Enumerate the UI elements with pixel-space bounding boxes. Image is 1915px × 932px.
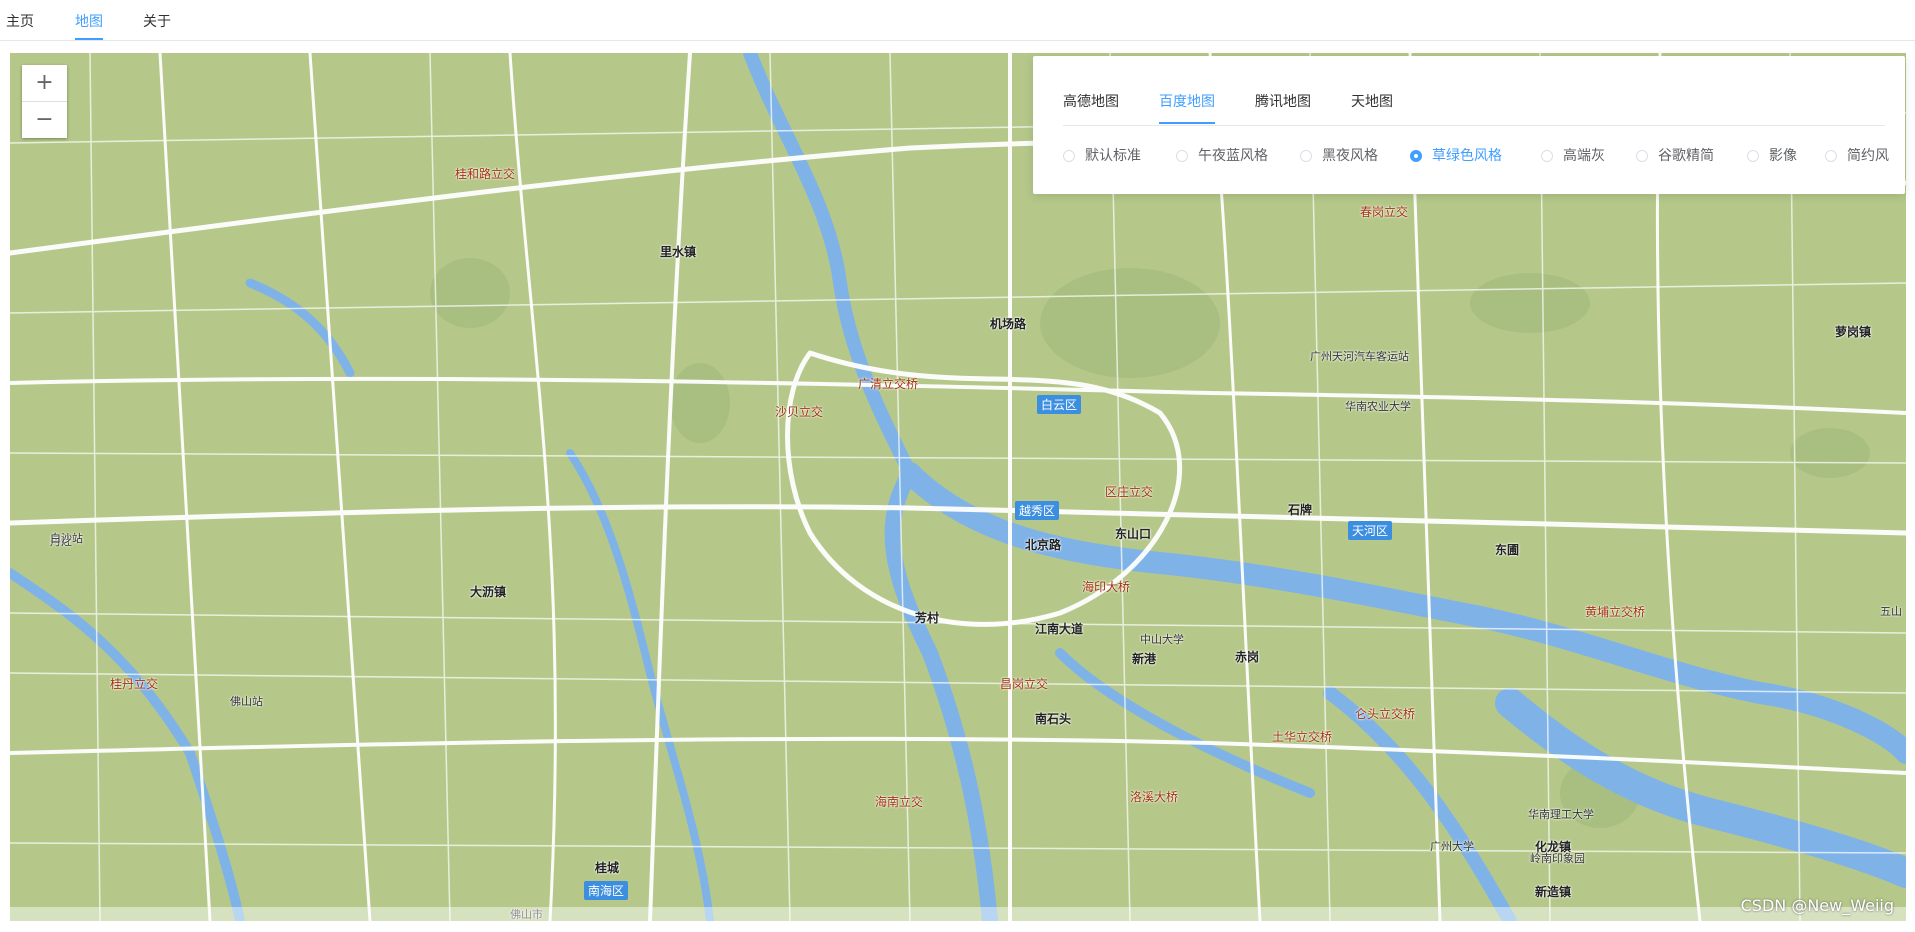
style-label: 高端灰 [1563, 148, 1605, 164]
district-badge: 越秀区 [1015, 501, 1060, 520]
place-label: 区庄立交 [1105, 485, 1154, 499]
place-label: 佛山站 [230, 695, 263, 708]
radio-circle [1063, 150, 1075, 162]
place-label: 五山 [1880, 605, 1902, 618]
style-radio-google-lite[interactable]: 谷歌精简 [1636, 145, 1714, 165]
place-label: 桂和路立交 [455, 167, 516, 181]
place-label: 芳村 [915, 611, 940, 625]
tab-amap[interactable]: 高德地图 [1063, 91, 1119, 111]
district-badge: 白云区 [1037, 395, 1082, 414]
place-label: 沙贝立交 [775, 405, 824, 419]
place-label: 萝岗镇 [1835, 325, 1872, 339]
place-label: 广清立交桥 [858, 377, 919, 391]
style-radio-high-end-gray[interactable]: 高端灰 [1541, 145, 1605, 165]
place-label: 华南理工大学 [1528, 808, 1594, 821]
radio-circle [1747, 150, 1759, 162]
style-radio-midnight-blue[interactable]: 午夜蓝风格 [1176, 145, 1268, 165]
place-label: 江南大道 [1035, 622, 1084, 636]
place-label: 广州大学 [1430, 840, 1474, 853]
style-radio-default[interactable]: 默认标准 [1063, 145, 1141, 165]
place-label: 大沥镇 [470, 585, 507, 599]
style-label: 简约风 [1847, 148, 1889, 164]
place-label: 里水镇 [660, 245, 697, 259]
tab-tianditu[interactable]: 天地图 [1351, 91, 1393, 111]
style-radio-simple[interactable]: 简约风 [1825, 145, 1889, 165]
style-radio-satellite[interactable]: 影像 [1747, 145, 1797, 165]
style-label: 午夜蓝风格 [1198, 148, 1268, 164]
district-badge: 天河区 [1348, 521, 1393, 540]
place-label: 昌岗立交 [1000, 677, 1049, 691]
place-label: 白沙站 [50, 532, 83, 545]
zoom-in-button[interactable]: + [22, 65, 67, 101]
place-label: 新港 [1132, 652, 1157, 666]
zoom-out-button[interactable]: − [22, 101, 67, 138]
style-label: 草绿色风格 [1432, 148, 1502, 164]
tab-home[interactable]: 主页 [6, 11, 34, 31]
place-label: 岭南印象园 [1530, 852, 1585, 865]
style-label: 谷歌精简 [1658, 148, 1714, 164]
place-label: 春岗立交 [1360, 205, 1409, 219]
place-label: 机场路 [990, 317, 1027, 331]
place-label: 新造镇 [1535, 885, 1572, 899]
place-label: 北京路 [1025, 538, 1062, 552]
place-label: 黄埔立交桥 [1585, 605, 1646, 619]
radio-circle [1410, 150, 1422, 162]
place-label: 东山口 [1115, 527, 1152, 541]
tab-about[interactable]: 关于 [143, 11, 171, 31]
tab-tencent-map[interactable]: 腾讯地图 [1255, 91, 1311, 111]
place-label: 中山大学 [1140, 633, 1184, 646]
style-radio-dark[interactable]: 黑夜风格 [1300, 145, 1378, 165]
radio-circle [1636, 150, 1648, 162]
radio-circle [1176, 150, 1188, 162]
map-footer-bar [10, 907, 1906, 921]
place-label: 石牌 [1288, 503, 1313, 517]
place-label: 海南立交 [875, 795, 924, 809]
map-settings-panel: 高德地图 百度地图 腾讯地图 天地图 默认标准 午夜蓝风格 黑夜风格 草绿色风格… [1033, 56, 1905, 194]
district-badge: 南海区 [584, 881, 629, 900]
place-label: 华南农业大学 [1345, 400, 1411, 413]
place-label: 桂丹立交 [110, 677, 159, 691]
place-label: 海印大桥 [1082, 580, 1131, 594]
zoom-control: + − [22, 65, 67, 138]
place-label: 土华立交桥 [1272, 730, 1333, 744]
radio-circle [1825, 150, 1837, 162]
tab-map[interactable]: 地图 [75, 11, 103, 40]
place-label: 桂城 [595, 861, 620, 875]
top-nav: 主页 地图 关于 [0, 0, 1915, 41]
style-label: 黑夜风格 [1322, 148, 1378, 164]
style-radio-grass-green[interactable]: 草绿色风格 [1410, 145, 1502, 165]
place-label: 仑头立交桥 [1355, 707, 1416, 721]
tab-baidu-map[interactable]: 百度地图 [1159, 91, 1215, 124]
place-label: 南石头 [1035, 712, 1072, 726]
place-label: 广州天河汽车客运站 [1310, 350, 1409, 363]
radio-circle [1300, 150, 1312, 162]
place-label: 东圃 [1495, 543, 1520, 557]
place-label: 洛溪大桥 [1130, 790, 1179, 804]
place-label: 赤岗 [1235, 650, 1260, 664]
style-label: 影像 [1769, 148, 1797, 164]
style-label: 默认标准 [1085, 148, 1141, 164]
watermark: CSDN @New_Weiig [1740, 896, 1894, 915]
map-provider-tabs: 高德地图 百度地图 腾讯地图 天地图 [1063, 91, 1885, 126]
radio-circle [1541, 150, 1553, 162]
